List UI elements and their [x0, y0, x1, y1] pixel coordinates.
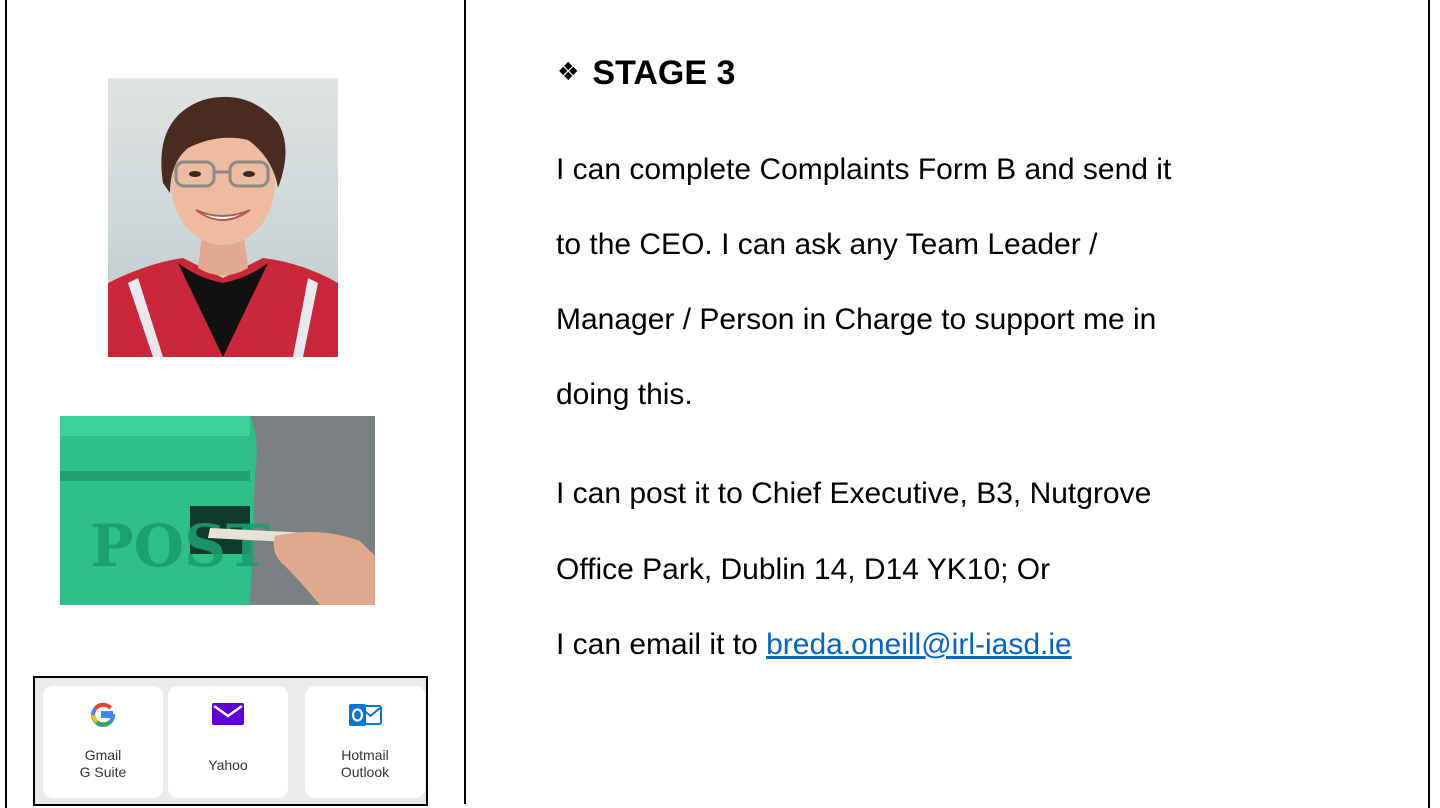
yahoo-envelope-icon	[211, 701, 245, 732]
paragraph1-line3: Manager / Person in Charge to support me…	[556, 303, 1157, 336]
post-box-lettering: POST	[90, 512, 269, 580]
stage-heading-text: STAGE 3	[592, 54, 736, 92]
portrait-photo	[108, 78, 338, 357]
column-divider	[464, 0, 466, 804]
post-box-photo: POST	[60, 416, 375, 605]
yahoo-option[interactable]: Yahoo	[168, 686, 288, 798]
email-options-panel: Gmail G Suite Yahoo Hotmail Outlook	[33, 676, 428, 806]
hotmail-label: Hotmail	[341, 747, 389, 763]
paragraph2-line2: Office Park, Dublin 14, D14 YK10; Or	[556, 553, 1051, 586]
yahoo-label: Yahoo	[208, 757, 248, 773]
email-line-prefix: I can email it to	[556, 628, 767, 661]
google-g-icon	[89, 701, 117, 734]
paragraph1-line4: doing this.	[556, 378, 693, 411]
four-diamond-bullet-icon: ❖	[557, 58, 580, 86]
paragraph1-line1: I can complete Complaints Form B and sen…	[556, 153, 1172, 186]
email-link[interactable]: breda.oneill@irl-iasd.ie	[766, 628, 1072, 661]
stage-heading: ❖ STAGE 3	[557, 53, 735, 93]
gmail-label: Gmail	[84, 747, 122, 763]
outlook-icon	[348, 701, 382, 734]
outlook-option[interactable]: Hotmail Outlook	[305, 686, 425, 798]
gmail-option[interactable]: Gmail G Suite	[43, 686, 163, 798]
email-line: I can email it to breda.oneill@irl-iasd.…	[556, 627, 1072, 663]
outlook-label: Outlook	[340, 764, 390, 780]
paragraph1-line2: to the CEO. I can ask any Team Leader /	[556, 228, 1098, 261]
gsuite-label: G Suite	[79, 764, 127, 780]
paragraph2-line1: I can post it to Chief Executive, B3, Nu…	[556, 477, 1152, 510]
